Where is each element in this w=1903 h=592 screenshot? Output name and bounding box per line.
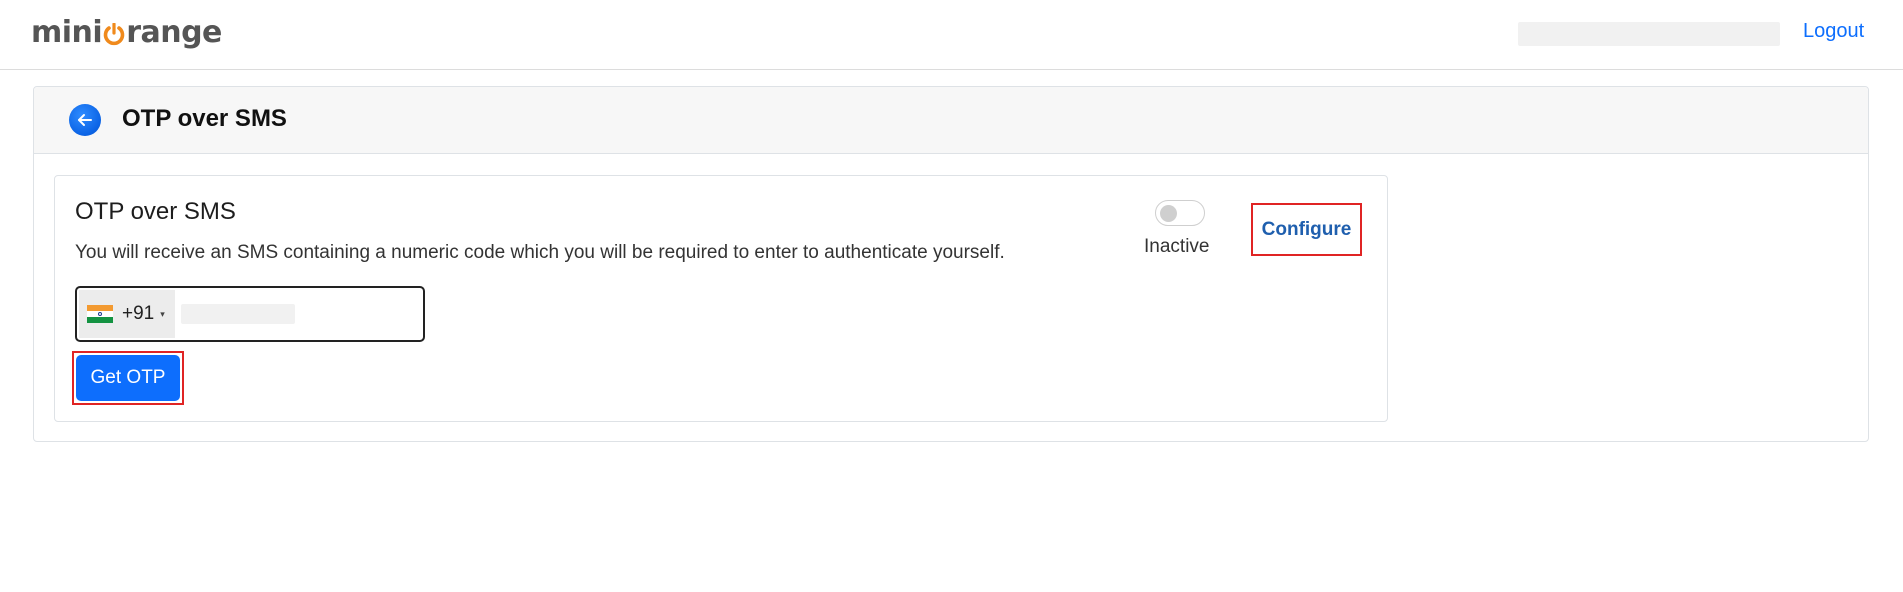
configure-link[interactable]: Configure [1262, 219, 1352, 241]
chevron-down-icon: ▾ [160, 308, 165, 319]
otp-sms-page-card: OTP over SMS OTP over SMS You will recei… [33, 86, 1869, 442]
top-navbar: mini range Logout [0, 0, 1903, 70]
method-title: OTP over SMS [75, 198, 236, 225]
configure-highlight: Configure [1251, 203, 1362, 256]
otp-method-card: OTP over SMS You will receive an SMS con… [54, 175, 1388, 422]
country-code-dropdown[interactable]: +91 ▾ [79, 290, 175, 338]
logo-text-left: mini [31, 14, 103, 50]
orange-power-o-icon [103, 17, 125, 47]
dial-code: +91 [122, 303, 155, 324]
india-flag-icon [87, 305, 113, 323]
logo-text-right: range [126, 14, 222, 50]
method-status-label: Inactive [1144, 236, 1210, 257]
page-title: OTP over SMS [122, 105, 287, 132]
toggle-knob [1160, 205, 1177, 222]
back-button[interactable] [69, 104, 101, 136]
logout-link[interactable]: Logout [1803, 20, 1864, 43]
get-otp-button[interactable]: Get OTP [76, 355, 180, 401]
page-card-header: OTP over SMS [34, 87, 1868, 154]
user-name-redacted [1518, 22, 1780, 46]
phone-number-input[interactable] [181, 304, 295, 324]
get-otp-highlight: Get OTP [72, 351, 184, 405]
arrow-left-icon [78, 114, 92, 126]
enable-method-toggle[interactable] [1155, 200, 1205, 226]
phone-number-field[interactable]: +91 ▾ [75, 286, 425, 342]
miniorange-logo[interactable]: mini range [31, 12, 222, 52]
method-description: You will receive an SMS containing a num… [75, 242, 1005, 263]
